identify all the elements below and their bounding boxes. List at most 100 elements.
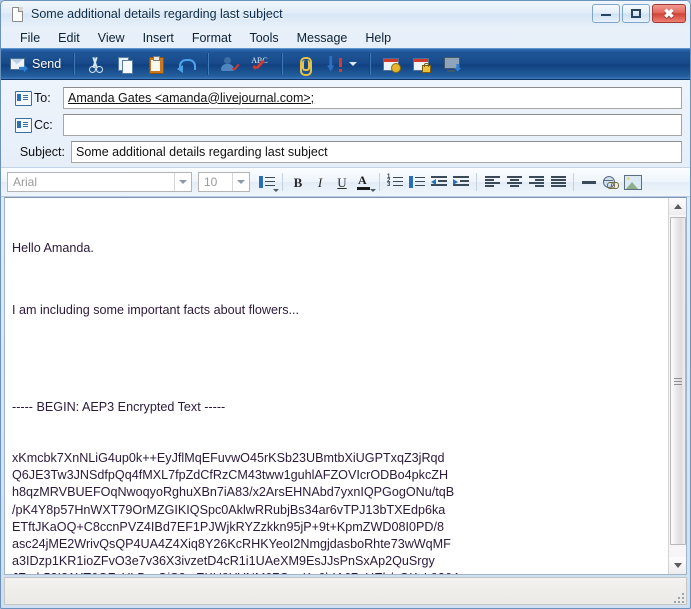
toolbar-separator <box>73 53 76 75</box>
paste-clipboard-icon <box>147 55 165 74</box>
maximize-button[interactable] <box>622 4 650 23</box>
priority-button[interactable] <box>320 52 362 76</box>
digital-sign-icon <box>383 56 402 73</box>
italic-button[interactable]: I <box>309 171 331 193</box>
align-right-button[interactable] <box>525 171 547 193</box>
horizontal-line-button[interactable] <box>578 171 600 193</box>
body-scrollbar[interactable] <box>668 198 686 574</box>
paste-button[interactable] <box>142 52 170 76</box>
to-recipient-value: Amanda Gates <amanda@livejournal.com>; <box>68 90 315 105</box>
minimize-button[interactable] <box>592 4 620 23</box>
bullet-list-button[interactable] <box>406 171 428 193</box>
font-color-letter: A <box>358 173 367 187</box>
insert-hyperlink-icon <box>602 175 619 189</box>
to-input[interactable]: Amanda Gates <amanda@livejournal.com>; <box>63 86 682 109</box>
address-book-icon <box>15 91 32 106</box>
compose-message-window: Some additional details regarding last s… <box>0 0 691 609</box>
window-controls: ✖ <box>592 4 686 23</box>
insert-link-button[interactable] <box>600 171 622 193</box>
menu-item-insert[interactable]: Insert <box>134 29 183 47</box>
check-names-icon <box>221 56 239 73</box>
work-offline-button[interactable] <box>438 52 466 76</box>
scroll-thumb-grip-icon <box>674 377 682 385</box>
font-color-icon: A <box>356 174 372 190</box>
status-bar <box>4 577 687 605</box>
title-bar: Some additional details regarding last s… <box>1 1 690 27</box>
chevron-down-icon[interactable] <box>273 189 279 192</box>
spelling-button[interactable]: ABC <box>246 52 274 76</box>
scroll-down-button[interactable] <box>669 557 686 574</box>
to-picker-button[interactable]: To: <box>9 91 63 106</box>
close-icon: ✖ <box>663 6 675 21</box>
underline-button[interactable]: U <box>331 171 353 193</box>
digitally-sign-button[interactable] <box>378 52 406 76</box>
increase-indent-icon <box>453 176 469 188</box>
chevron-down-icon[interactable] <box>174 173 191 191</box>
send-button[interactable]: Send <box>5 52 66 76</box>
send-button-label: Send <box>32 57 62 71</box>
menu-item-message[interactable]: Message <box>288 29 357 47</box>
toolbar-separator <box>379 173 380 191</box>
encrypt-button[interactable] <box>408 52 436 76</box>
message-body-editor[interactable]: Hello Amanda. I am including some import… <box>5 198 668 574</box>
menu-item-tools[interactable]: Tools <box>240 29 287 47</box>
scroll-up-arrow-icon <box>673 204 682 209</box>
toolbar-separator <box>281 53 284 75</box>
font-size-select[interactable]: 10 <box>198 172 250 192</box>
cc-picker-button[interactable]: Cc: <box>9 117 63 133</box>
menu-bar: File Edit View Insert Format Tools Messa… <box>1 27 690 48</box>
close-button[interactable]: ✖ <box>652 4 686 23</box>
address-pane: To: Amanda Gates <amanda@livejournal.com… <box>1 80 690 167</box>
chevron-down-icon[interactable] <box>232 173 249 191</box>
scroll-thumb[interactable] <box>670 217 686 545</box>
chevron-down-icon[interactable] <box>349 62 358 66</box>
font-color-button[interactable]: A <box>353 171 376 193</box>
scroll-up-button[interactable] <box>669 198 686 215</box>
spelling-abc-check-icon: ABC <box>251 55 268 65</box>
numbered-list-button[interactable]: 123 <box>384 171 406 193</box>
chevron-down-icon[interactable] <box>370 189 376 192</box>
menu-item-view[interactable]: View <box>89 29 134 47</box>
horizontal-line-icon <box>582 180 596 184</box>
paragraph-style-button[interactable] <box>256 171 279 193</box>
copy-button[interactable] <box>112 52 140 76</box>
font-family-select[interactable]: Arial <box>7 172 192 192</box>
subject-input[interactable] <box>71 140 682 163</box>
document-icon <box>9 6 25 22</box>
align-justify-button[interactable] <box>547 171 569 193</box>
decrease-indent-button[interactable] <box>428 171 450 193</box>
attach-button[interactable] <box>290 52 318 76</box>
align-center-button[interactable] <box>503 171 525 193</box>
align-left-button[interactable] <box>481 171 503 193</box>
font-family-value: Arial <box>13 175 38 189</box>
menu-item-help[interactable]: Help <box>356 29 400 47</box>
toolbar-separator <box>207 53 210 75</box>
menu-item-format[interactable]: Format <box>183 29 241 47</box>
paperclip-icon <box>295 56 313 76</box>
undo-button[interactable] <box>172 52 200 76</box>
toolbar-separator <box>476 173 477 191</box>
insert-image-button[interactable] <box>622 171 644 193</box>
increase-indent-button[interactable] <box>450 171 472 193</box>
body-intro: I am including some important facts abou… <box>12 303 299 318</box>
cut-button[interactable] <box>82 52 110 76</box>
toolbar-separator <box>369 53 372 75</box>
align-right-icon <box>528 176 544 188</box>
scrollbar-track[interactable] <box>669 215 686 557</box>
encrypt-lock-icon <box>413 56 432 73</box>
window-title: Some additional details regarding last s… <box>31 7 283 21</box>
main-toolbar: Send ABC <box>1 48 690 80</box>
scroll-down-arrow-icon <box>673 563 682 568</box>
paragraph-style-icon <box>259 175 275 189</box>
cc-input[interactable] <box>63 113 682 136</box>
work-offline-icon <box>443 56 462 73</box>
bold-button[interactable]: B <box>287 171 309 193</box>
resize-grip-icon[interactable] <box>672 591 684 603</box>
priority-arrow-icon <box>325 55 343 73</box>
check-names-button[interactable] <box>216 52 244 76</box>
formatting-toolbar: Arial 10 B I U A 123 <box>1 167 690 197</box>
copy-icon <box>117 56 135 74</box>
menu-item-file[interactable]: File <box>11 29 49 47</box>
menu-item-edit[interactable]: Edit <box>49 29 89 47</box>
cc-label: Cc: <box>34 117 53 132</box>
